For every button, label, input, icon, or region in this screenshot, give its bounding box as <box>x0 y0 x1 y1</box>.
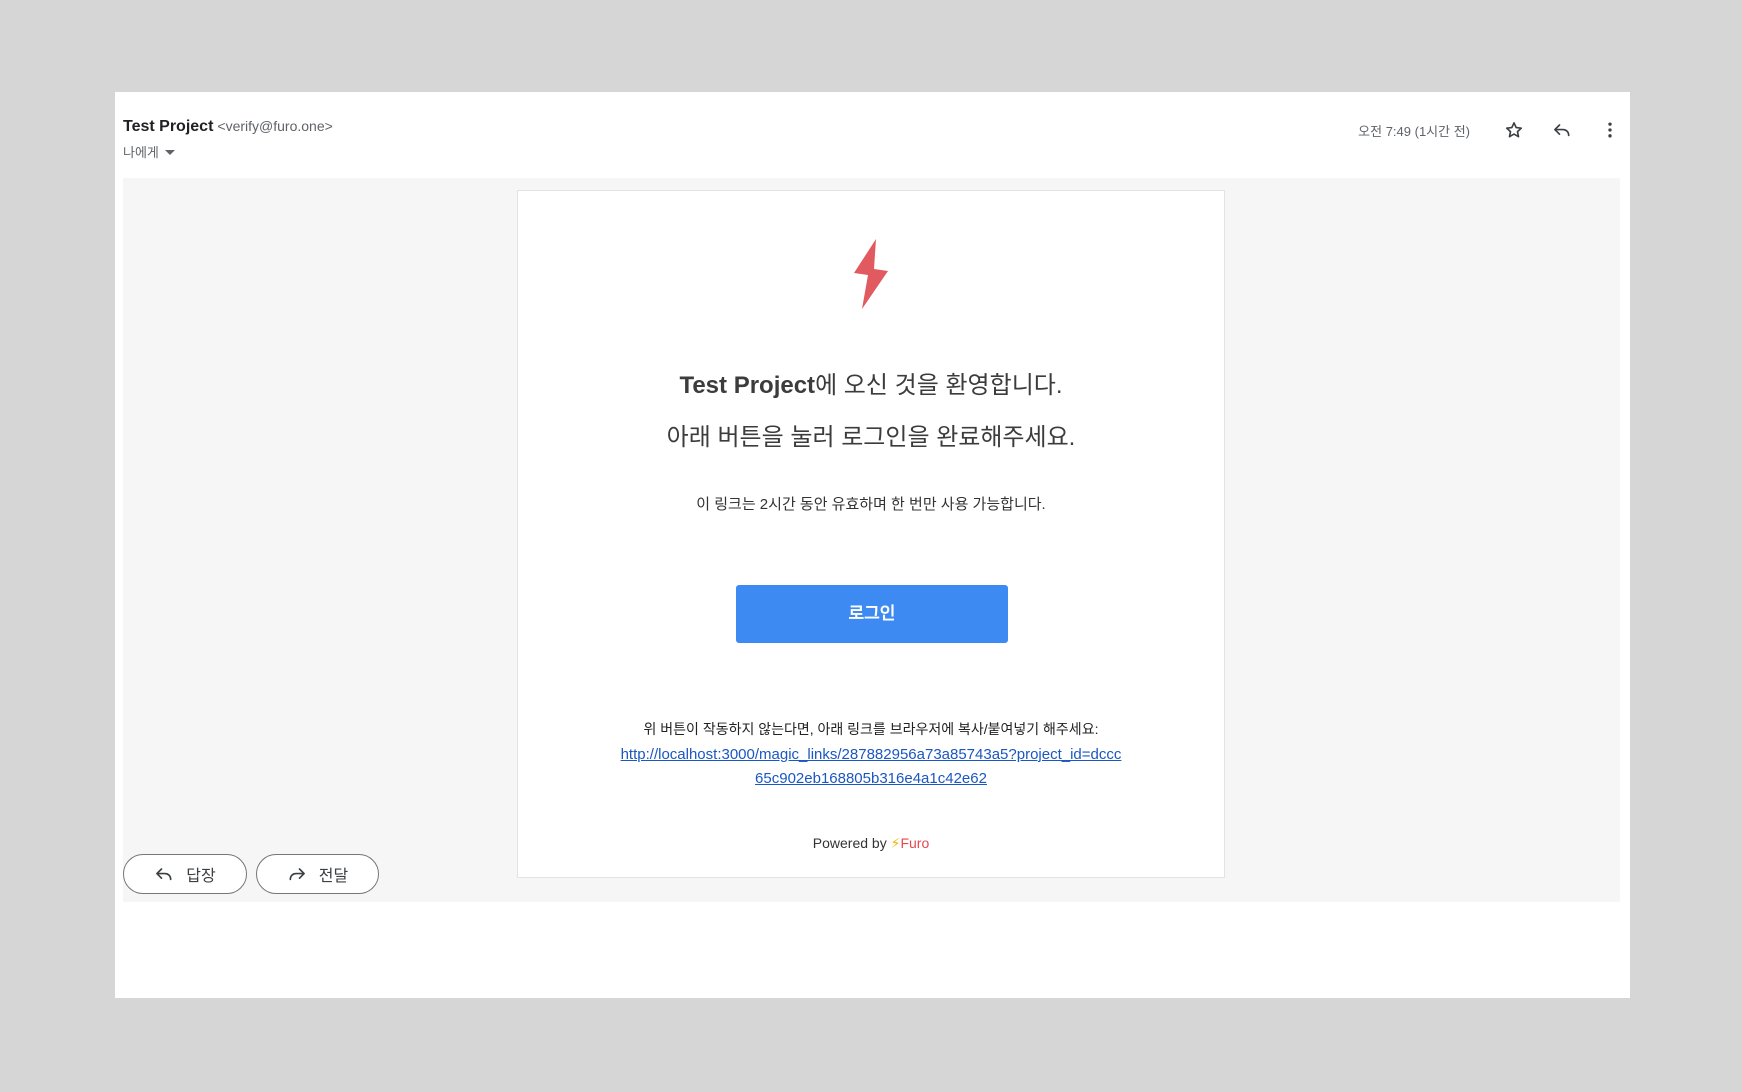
welcome-suffix: 에 오신 것을 환영합니다. <box>815 372 1063 399</box>
reply-icon <box>156 868 172 881</box>
reply-icon <box>1554 124 1570 137</box>
email-body: Test Project에 오신 것을 환영합니다. 아래 버튼을 눌러 로그인… <box>123 178 1620 902</box>
sender-email: <verify@furo.one> <box>217 118 333 134</box>
fallback-text: 위 버튼이 작동하지 않는다면, 아래 링크를 브라우저에 복사/붙여넣기 해주… <box>643 721 1099 737</box>
recipient-toggle[interactable]: 나에게 <box>123 142 175 161</box>
welcome-project-name: Test Project <box>679 372 816 399</box>
message-meta: 오전 7:49 (1시간 전) <box>1358 114 1630 146</box>
reply-label: 답장 <box>186 868 216 885</box>
star-button[interactable] <box>1494 114 1534 146</box>
star-icon <box>1505 122 1523 138</box>
forward-label: 전달 <box>318 868 349 885</box>
forward-action-button[interactable]: 전달 <box>256 854 379 894</box>
chevron-down-icon[interactable] <box>164 150 175 155</box>
magic-link[interactable]: http://localhost:3000/magic_links/287882… <box>618 743 1124 791</box>
message-time: 오전 7:49 (1시간 전) <box>1358 123 1470 139</box>
furo-bolt-icon: ⚡ <box>890 835 901 851</box>
sender-name[interactable]: Test Project <box>123 118 213 135</box>
reply-action-button[interactable]: 답장 <box>123 854 247 894</box>
welcome-heading: Test Project에 오신 것을 환영합니다. <box>518 365 1224 400</box>
powered-by: Powered by ⚡Furo <box>518 835 1224 852</box>
sender-line: Test Project <verify@furo.one> <box>123 118 333 136</box>
instruction-text: 아래 버튼을 눌러 로그인을 완료해주세요. <box>666 424 1076 451</box>
email-content-card: Test Project에 오신 것을 환영합니다. 아래 버튼을 눌러 로그인… <box>517 190 1225 878</box>
email-header: Test Project <verify@furo.one> 나에게 오전 7:4… <box>123 118 1630 178</box>
more-options-button[interactable] <box>1590 114 1630 146</box>
powered-by-label: Powered by <box>812 835 887 851</box>
more-vert-icon <box>1608 122 1612 138</box>
reply-button[interactable] <box>1542 114 1582 146</box>
recipient-label: 나에게 <box>123 145 159 160</box>
login-button[interactable]: 로그인 <box>736 585 1008 643</box>
validity-text: 이 링크는 2시간 동안 유효하며 한 번만 사용 가능합니다. <box>696 496 1046 513</box>
brand-name: Furo <box>900 835 930 851</box>
furo-brand-link[interactable]: ⚡Furo <box>891 835 930 851</box>
forward-icon <box>289 868 305 881</box>
lightning-bolt-icon <box>854 239 888 309</box>
